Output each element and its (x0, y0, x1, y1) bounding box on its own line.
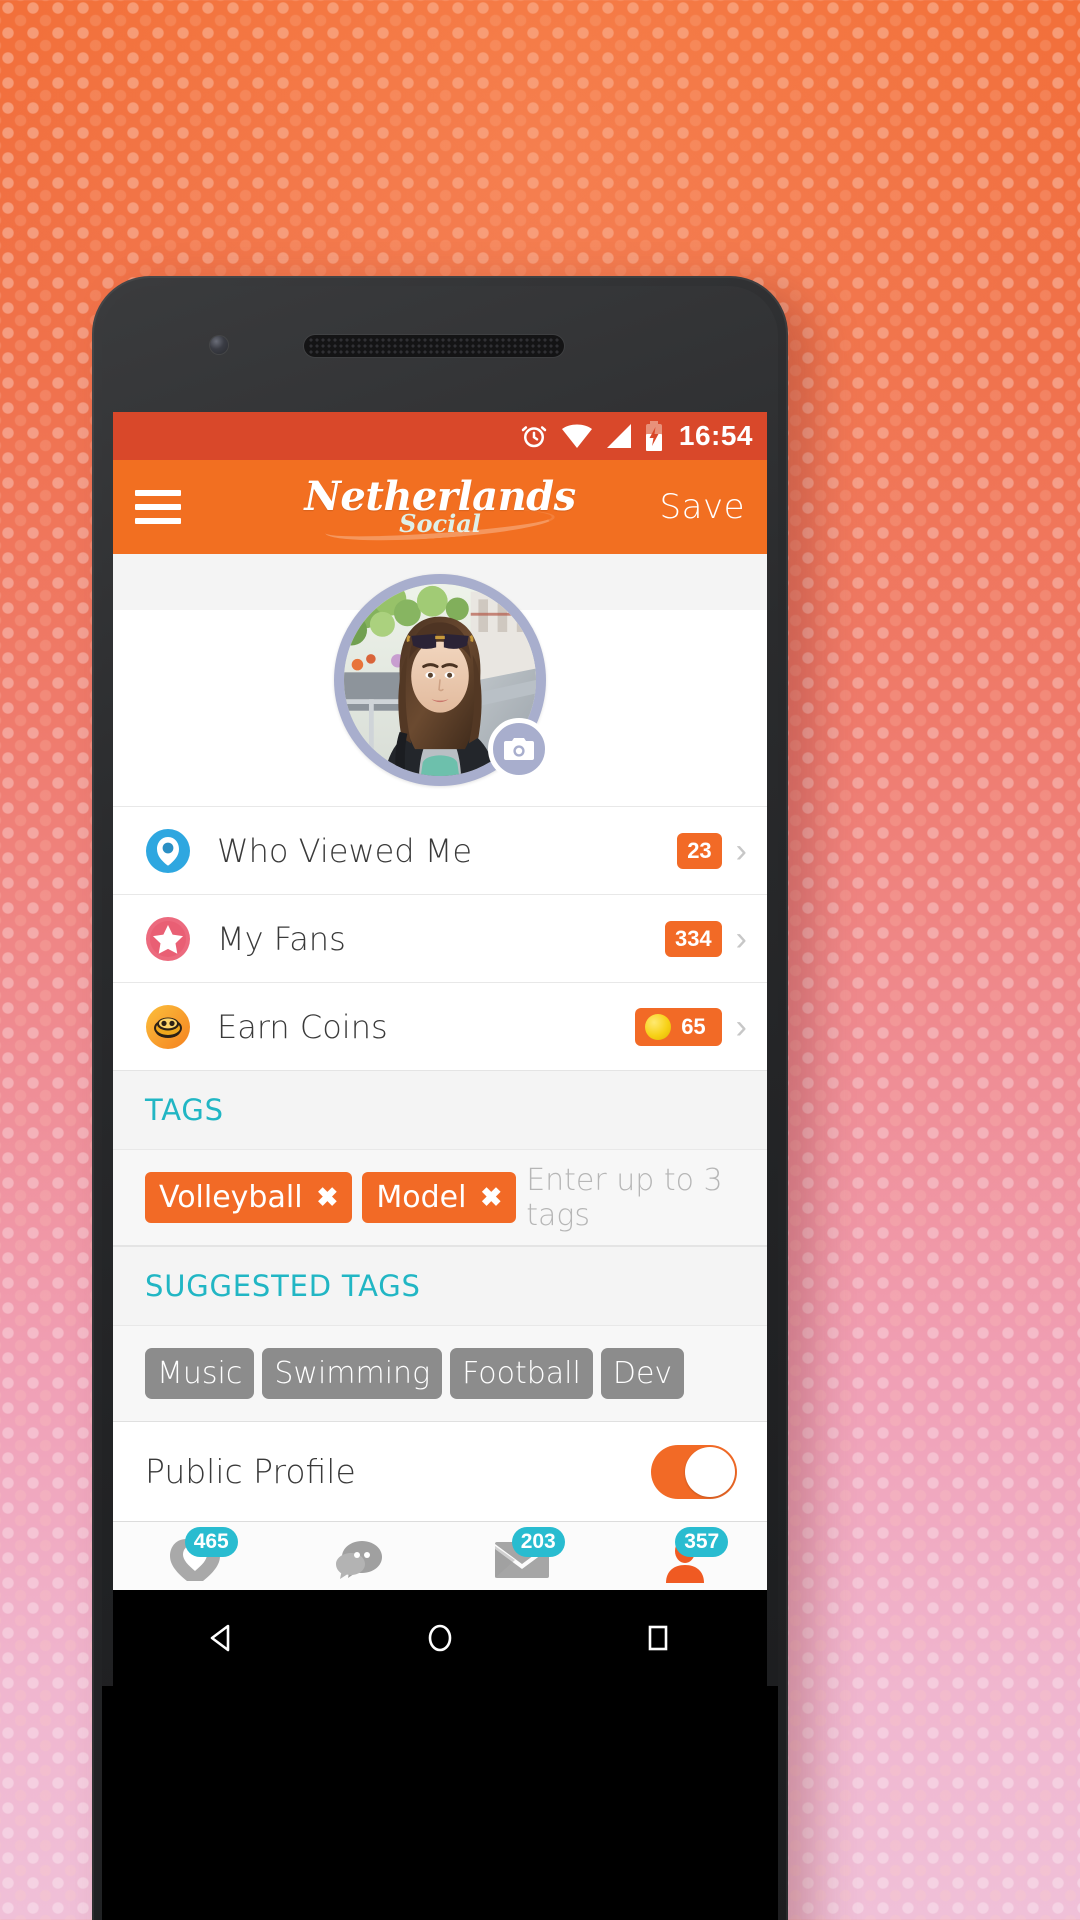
front-camera-icon (210, 336, 228, 354)
nav-item-meet[interactable]: 465 Meet (113, 1527, 277, 1590)
earpiece-speaker (304, 335, 564, 357)
back-triangle-icon[interactable] (182, 1608, 262, 1668)
profile-photo-section (113, 554, 767, 806)
avatar[interactable] (334, 574, 550, 786)
chat-rooms-icon (336, 1541, 383, 1579)
phone-device-frame: 16:54 Netherlands Social Save Who Viewed… (92, 276, 788, 1920)
row-label: Earn Coins (217, 1007, 388, 1046)
tags-placeholder: Enter up to 3 tags (526, 1162, 723, 1233)
public-profile-row[interactable]: Public Profile (113, 1422, 767, 1522)
hamburger-menu-icon[interactable] (135, 490, 181, 524)
nav-item-me[interactable]: 357 Me (604, 1527, 768, 1590)
row-right: 23 › (677, 831, 751, 870)
public-profile-toggle[interactable] (651, 1444, 737, 1499)
phone-bottom-fill (102, 1686, 778, 1920)
tags-header-label: TAGS (145, 1093, 224, 1127)
coins-badge: 65 (635, 1007, 722, 1046)
public-profile-label: Public Profile (145, 1452, 356, 1491)
tag-chip-label: Model (376, 1180, 467, 1215)
row-right: 65 › (635, 1007, 751, 1046)
alarm-icon (519, 421, 549, 451)
tags-input-field[interactable]: Volleyball ✖ Model ✖ Enter up to 3 tags (113, 1150, 767, 1246)
cellular-signal-icon (605, 423, 633, 449)
eye-view-icon (145, 828, 191, 874)
tag-chip-model[interactable]: Model ✖ (362, 1172, 517, 1223)
status-badge: 23 (677, 832, 722, 869)
tag-chip-volleyball[interactable]: Volleyball ✖ (145, 1172, 353, 1223)
nav-icon-wrap: 203 (485, 1527, 565, 1587)
suggested-chip-football[interactable]: Football (450, 1348, 593, 1399)
status-time: 16:54 (678, 420, 753, 451)
wifi-icon (561, 423, 593, 449)
chevron-right-icon: › (735, 831, 747, 870)
star-fans-icon (145, 916, 191, 962)
status-bar: 16:54 (113, 412, 767, 460)
nav-badge-me: 357 (675, 1527, 729, 1557)
chevron-right-icon: › (735, 919, 747, 958)
row-label: My Fans (217, 919, 346, 958)
status-badge: 334 (664, 920, 722, 957)
row-my-fans[interactable]: My Fans 334 › (113, 894, 767, 982)
suggested-chip-swimming[interactable]: Swimming (262, 1348, 443, 1399)
suggested-chip-dev[interactable]: Dev (600, 1348, 685, 1399)
nav-icon-wrap: 465 (158, 1527, 238, 1587)
save-button[interactable]: Save (660, 487, 745, 527)
row-who-viewed-me[interactable]: Who Viewed Me 23 › (113, 806, 767, 894)
home-circle-icon[interactable] (400, 1608, 480, 1668)
nav-icon-wrap (321, 1533, 395, 1587)
tags-section-header: TAGS (113, 1070, 767, 1150)
camera-icon[interactable] (488, 718, 550, 780)
suggested-tags-section-header: SUGGESTED TAGS (113, 1246, 767, 1326)
recents-square-icon[interactable] (618, 1608, 698, 1668)
suggested-chip-music[interactable]: Music (145, 1348, 255, 1399)
nav-icon-wrap: 357 (648, 1527, 729, 1587)
bottom-navigation-bar: 465 Meet Rooms (113, 1522, 767, 1590)
row-earn-coins[interactable]: Earn Coins 65 › (113, 982, 767, 1070)
remove-tag-icon[interactable]: ✖ (317, 1182, 339, 1213)
coin-icon (145, 1004, 191, 1050)
suggested-tags-list: Music Swimming Football Dev (113, 1326, 767, 1422)
android-navigation-bar (113, 1590, 767, 1686)
battery-charging-icon (645, 421, 663, 451)
coins-count: 65 (681, 1013, 706, 1039)
chevron-right-icon: › (735, 1007, 747, 1046)
tag-chip-label: Volleyball (159, 1180, 303, 1215)
toggle-knob (685, 1446, 735, 1497)
suggested-tags-header-label: SUGGESTED TAGS (145, 1269, 421, 1303)
coin-dot-icon (645, 1013, 672, 1040)
remove-tag-icon[interactable]: ✖ (480, 1182, 502, 1213)
nav-item-rooms[interactable]: Rooms (277, 1533, 441, 1590)
row-label: Who Viewed Me (217, 831, 473, 870)
row-right: 334 › (664, 919, 751, 958)
logo-swoosh (324, 504, 556, 546)
nav-badge-meet: 465 (184, 1527, 238, 1557)
app-bar: Netherlands Social Save (113, 460, 767, 554)
phone-screen: 16:54 Netherlands Social Save Who Viewed… (113, 412, 767, 1590)
nav-badge-inbox: 203 (511, 1527, 565, 1557)
nav-item-inbox[interactable]: 203 Inbox (440, 1527, 604, 1590)
